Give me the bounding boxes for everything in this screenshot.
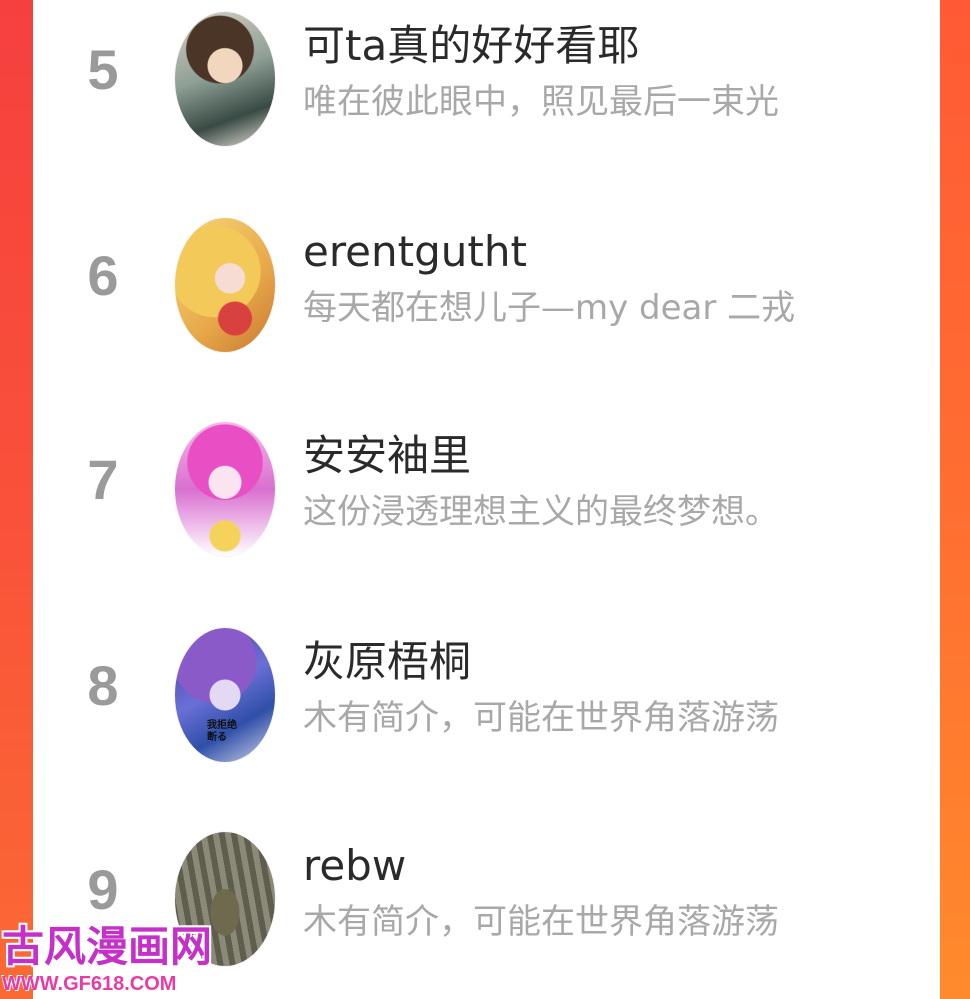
rank-number: 8: [87, 654, 119, 717]
ranking-row-5[interactable]: 5 可ta真的好好看耶 唯在彼此眼中，照见最后一束光: [33, 0, 940, 146]
user-bio: 这份浸透理想主义的最终梦想。: [303, 492, 779, 532]
user-bio: 木有简介，可能在世界角落游荡: [303, 698, 779, 738]
user-bio: 木有简介，可能在世界角落游荡: [303, 902, 779, 942]
user-name[interactable]: 安安袖里: [303, 430, 471, 482]
avatar[interactable]: 我拒绝 断る: [175, 628, 275, 762]
watermark-url: WWW.GF618.COM: [2, 973, 177, 995]
avatar[interactable]: [175, 422, 275, 556]
avatar-caption: 我拒绝 断る: [207, 720, 237, 743]
user-name[interactable]: 灰原梧桐: [303, 636, 471, 688]
rank-number: 5: [87, 38, 119, 101]
left-frame: [0, 0, 33, 999]
user-name[interactable]: 可ta真的好好看耶: [303, 20, 639, 72]
user-name[interactable]: erentgutht: [303, 226, 527, 278]
ranking-row-6[interactable]: 6 erentgutht 每天都在想儿子—my dear 二戎: [33, 206, 940, 352]
ranking-card: 5 可ta真的好好看耶 唯在彼此眼中，照见最后一束光 6 erentgutht …: [33, 0, 940, 999]
avatar[interactable]: [175, 12, 275, 146]
avatar[interactable]: [175, 218, 275, 352]
right-frame: [940, 0, 970, 999]
watermark-title: 古风漫画网: [2, 922, 213, 971]
site-watermark: 古风漫画网 WWW.GF618.COM: [2, 922, 212, 996]
rank-number: 7: [87, 448, 119, 511]
ranking-row-7[interactable]: 7 安安袖里 这份浸透理想主义的最终梦想。: [33, 410, 940, 556]
rank-number: 9: [87, 858, 119, 921]
rank-number: 6: [87, 244, 119, 307]
user-name[interactable]: rebw: [303, 840, 406, 892]
ranking-row-8[interactable]: 8 我拒绝 断る 灰原梧桐 木有简介，可能在世界角落游荡: [33, 616, 940, 762]
user-bio: 每天都在想儿子—my dear 二戎: [303, 288, 796, 328]
user-bio: 唯在彼此眼中，照见最后一束光: [303, 82, 779, 122]
